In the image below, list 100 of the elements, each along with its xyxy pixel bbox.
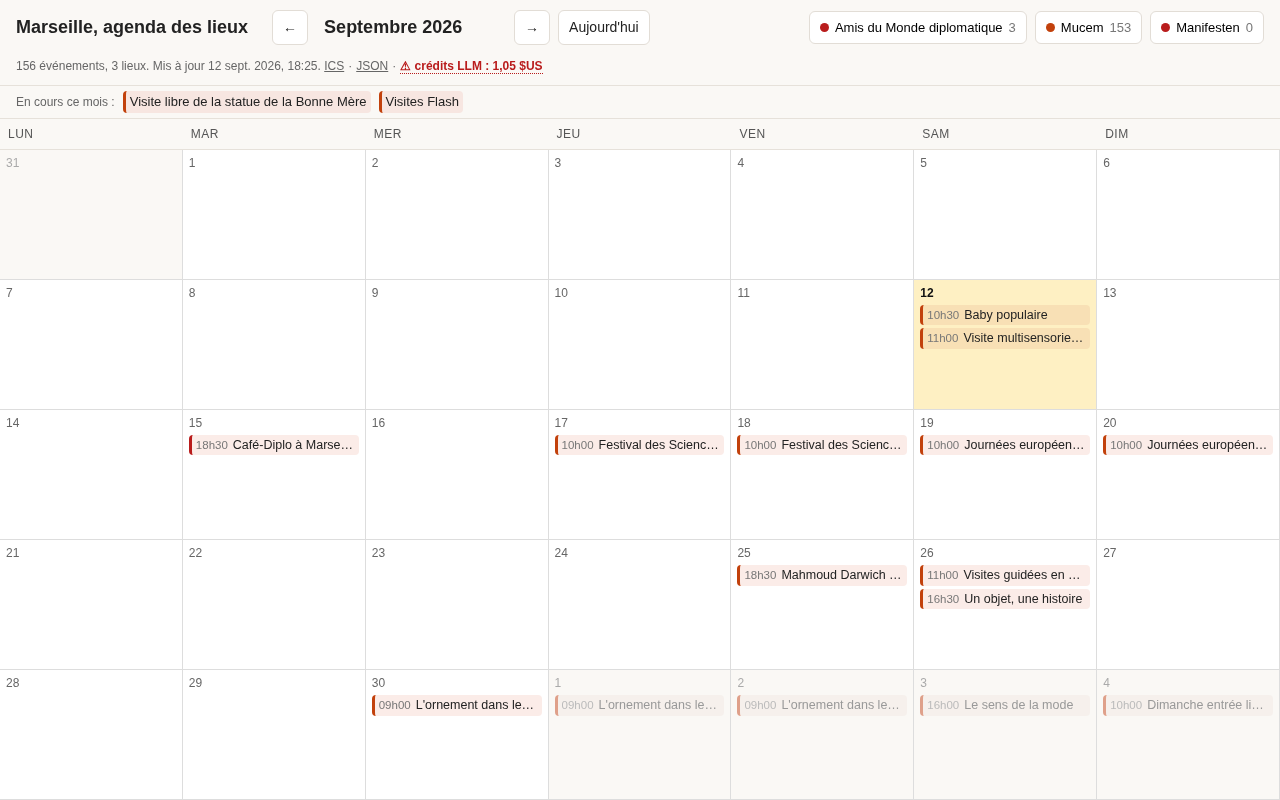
export-link[interactable]: JSON	[356, 59, 389, 73]
event-title: Mahmoud Darwich …	[781, 566, 902, 584]
day-number: 17	[554, 414, 569, 432]
venue-filter-button[interactable]: Mucem 153	[1034, 10, 1143, 45]
day-number: 11	[737, 284, 751, 302]
day-number: 26	[920, 544, 935, 562]
event-item[interactable]: 11h00 Visite multisensorie…	[920, 328, 1091, 350]
day-number: 23	[371, 544, 387, 562]
day-number: 12	[920, 284, 935, 302]
event-time: 16h30	[927, 591, 960, 607]
day-number: 19	[920, 414, 935, 432]
venue-name: Manifesten	[1176, 18, 1240, 37]
day-number: 6	[1103, 154, 1111, 172]
event-title: Visites guidées en …	[963, 566, 1081, 584]
event-title: Festival des Scienc…	[781, 436, 902, 454]
day-number: 1	[188, 154, 197, 172]
event-item[interactable]: 10h00 Journées européen…	[920, 434, 1091, 456]
event-time: 10h00	[744, 437, 777, 453]
export-link[interactable]: ICS	[324, 59, 345, 73]
venue-name: Mucem	[1060, 18, 1104, 37]
day-number: 20	[1103, 414, 1118, 432]
previous-month-button[interactable]: ←	[272, 10, 309, 45]
venue-filter-button[interactable]: Amis du Monde diplomatique 3	[808, 10, 1027, 45]
day-number: 28	[6, 674, 21, 692]
day-number: 27	[1103, 544, 1118, 562]
day-number: 24	[554, 544, 569, 562]
day-number: 9	[371, 284, 380, 302]
event-item[interactable]: 10h30 Baby populaire	[920, 304, 1091, 326]
weekday-header: SAM	[921, 125, 951, 143]
ongoing-event-tag[interactable]: Visite libre de la statue de la Bonne Mère	[122, 91, 371, 113]
event-time: 10h00	[1110, 697, 1143, 713]
day-number: 3	[920, 674, 928, 692]
event-title: L'ornement dans le…	[598, 696, 717, 714]
event-item[interactable]: 18h30 Mahmoud Darwich …	[737, 564, 908, 586]
day-number: 8	[188, 284, 197, 302]
day-number: 25	[737, 544, 752, 562]
event-count: 0	[1245, 18, 1253, 37]
event-title: Un objet, une histoire	[964, 590, 1083, 608]
weekday-header: VEN	[738, 125, 767, 143]
today-button[interactable]: Aujourd'hui	[558, 10, 650, 45]
day-number: 16	[371, 414, 387, 432]
event-time: 18h30	[744, 567, 777, 583]
event-title: Le sens de la mode	[964, 696, 1074, 714]
day-number: 13	[1103, 284, 1118, 302]
day-number: 14	[6, 414, 21, 432]
event-title: Baby populaire	[964, 306, 1048, 324]
page-title: Marseille, agenda des lieux	[16, 16, 249, 39]
day-number: 2	[737, 674, 746, 692]
event-item[interactable]: 09h00 L'ornement dans le…	[371, 694, 542, 716]
event-time: 09h00	[561, 697, 594, 713]
event-time: 10h00	[1110, 437, 1143, 453]
event-item[interactable]: 10h00 Festival des Scienc…	[737, 434, 908, 456]
next-month-button[interactable]: →	[514, 10, 551, 45]
event-time: 11h00	[927, 331, 959, 347]
day-number: 1	[554, 674, 563, 692]
event-title: L'ornement dans le…	[781, 696, 900, 714]
event-title: L'ornement dans le…	[415, 696, 535, 714]
venue-name: Amis du Monde diplomatique	[834, 18, 1003, 37]
day-number: 31	[6, 154, 21, 172]
event-time: 18h30	[195, 437, 228, 453]
llm-credits-warning: ⚠ crédits LLM : 1,05 $US	[400, 59, 543, 74]
day-number: 2	[371, 154, 380, 172]
day-number: 21	[6, 544, 21, 562]
day-number: 4	[1103, 674, 1111, 692]
event-title: Dimanche entrée li…	[1147, 696, 1264, 714]
event-item[interactable]: 18h30 Café-Diplo à Marse…	[188, 434, 359, 456]
ongoing-event-tag[interactable]: Visites Flash	[378, 91, 463, 113]
day-number: 15	[188, 414, 204, 432]
event-title: Journées européen…	[964, 436, 1085, 454]
event-time: 16h00	[927, 697, 960, 713]
event-time: 09h00	[378, 697, 411, 713]
event-time: 09h00	[744, 697, 777, 713]
update-summary: 156 événements, 3 lieux. Mis à jour 12 sept. 2026, 18:25.	[16, 59, 321, 73]
separator-dot: ·	[348, 59, 353, 73]
event-title: Journées européen…	[1147, 436, 1268, 454]
event-title: Café-Diplo à Marse…	[232, 436, 353, 454]
day-number: 4	[737, 154, 746, 172]
venue-filter-button[interactable]: Manifesten 0	[1150, 10, 1264, 45]
day-number: 10	[554, 284, 569, 302]
event-time: 10h30	[927, 307, 960, 323]
day-number: 29	[188, 674, 204, 692]
ongoing-label: En cours ce mois :	[16, 93, 115, 111]
day-number: 22	[188, 544, 204, 562]
weekday-header: LUN	[7, 125, 35, 143]
event-item[interactable]: 16h30 Un objet, une histoire	[920, 588, 1091, 610]
day-number: 3	[554, 154, 563, 172]
event-item[interactable]: 10h00 Festival des Scienc…	[554, 434, 725, 456]
event-title: Festival des Scienc…	[598, 436, 719, 454]
event-title: Visite multisensorie…	[963, 330, 1084, 348]
day-number: 5	[920, 154, 928, 172]
event-count: 153	[1109, 18, 1132, 37]
weekday-header: JEU	[555, 125, 582, 143]
separator-dot: ·	[392, 59, 397, 73]
event-item[interactable]: 11h00 Visites guidées en …	[920, 564, 1091, 586]
event-item[interactable]: 10h00 Journées européen…	[1103, 434, 1273, 456]
event-time: 10h00	[927, 437, 960, 453]
event-count: 3	[1008, 18, 1016, 37]
event-time: 11h00	[927, 567, 959, 583]
weekday-header: MAR	[189, 125, 220, 143]
weekday-header: DIM	[1104, 125, 1130, 143]
